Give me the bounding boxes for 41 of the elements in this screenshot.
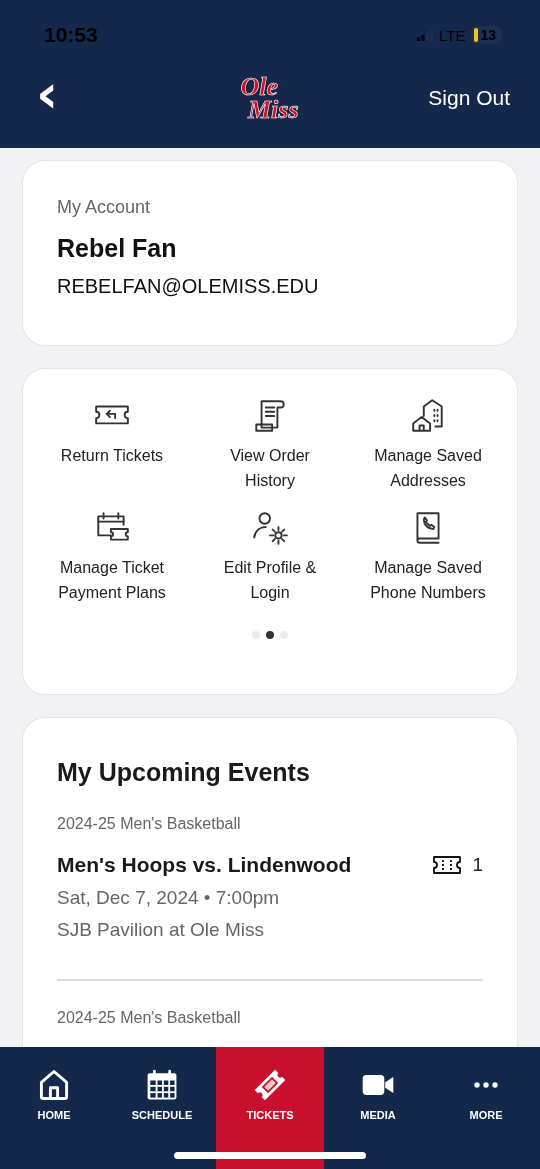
sign-out-button[interactable]: Sign Out bbox=[428, 86, 510, 110]
houses-icon bbox=[412, 399, 443, 432]
action-item[interactable]: Manage Saved Addresses bbox=[349, 397, 507, 493]
nav-tab[interactable]: HOME bbox=[0, 1047, 108, 1169]
action-item[interactable]: Return Tickets bbox=[33, 397, 191, 493]
ticket-icon bbox=[432, 855, 463, 875]
calendar-icon bbox=[147, 1069, 177, 1100]
account-name: Rebel Fan bbox=[57, 234, 178, 263]
phone-book-icon bbox=[416, 512, 440, 544]
calendar-ticket-icon bbox=[97, 512, 129, 541]
page-dot[interactable] bbox=[266, 631, 274, 639]
user-gear-icon bbox=[253, 512, 288, 545]
video-camera-icon bbox=[362, 1075, 394, 1095]
event-date: Sat, Dec 7, 2024 • 7:00pm bbox=[57, 887, 281, 909]
ticket-return-icon bbox=[95, 405, 129, 425]
status-time: 10:53 bbox=[44, 23, 98, 47]
event-name: Men's Hoops vs. Lindenwood bbox=[57, 853, 352, 877]
nav-tab[interactable]: TICKETS bbox=[216, 1047, 324, 1169]
more-icon bbox=[474, 1082, 498, 1088]
home-indicator[interactable] bbox=[174, 1152, 366, 1159]
battery-indicator: 13 bbox=[471, 26, 502, 44]
action-item[interactable]: View Order History bbox=[191, 397, 349, 493]
action-item[interactable]: Edit Profile & Login bbox=[191, 509, 349, 605]
event-venue: SJB Pavilion at Ole Miss bbox=[57, 919, 265, 941]
nav-tab[interactable]: MEDIA bbox=[324, 1047, 432, 1169]
section-title: My Upcoming Events bbox=[57, 758, 311, 787]
account-email: REBELFAN@OLEMISS.EDU bbox=[57, 275, 320, 298]
home-icon bbox=[39, 1070, 69, 1100]
scroll-icon bbox=[255, 400, 285, 432]
back-button[interactable]: ‹ bbox=[30, 67, 65, 129]
event-category: 2024-25 Men's Basketball bbox=[57, 815, 242, 833]
logo: Ole Miss bbox=[239, 74, 299, 122]
ticket-count: 1 bbox=[472, 854, 483, 876]
ticket-icon bbox=[254, 1069, 286, 1101]
event-category: 2024-25 Men's Basketball bbox=[57, 1009, 242, 1027]
nav-tab[interactable]: MORE bbox=[432, 1047, 540, 1169]
action-item[interactable]: Manage Saved Phone Numbers bbox=[349, 509, 507, 605]
action-item[interactable]: Manage Ticket Payment Plans bbox=[33, 509, 191, 605]
account-heading: My Account bbox=[57, 197, 152, 218]
network-label: LTE bbox=[439, 26, 466, 44]
signal-icon bbox=[417, 29, 433, 41]
